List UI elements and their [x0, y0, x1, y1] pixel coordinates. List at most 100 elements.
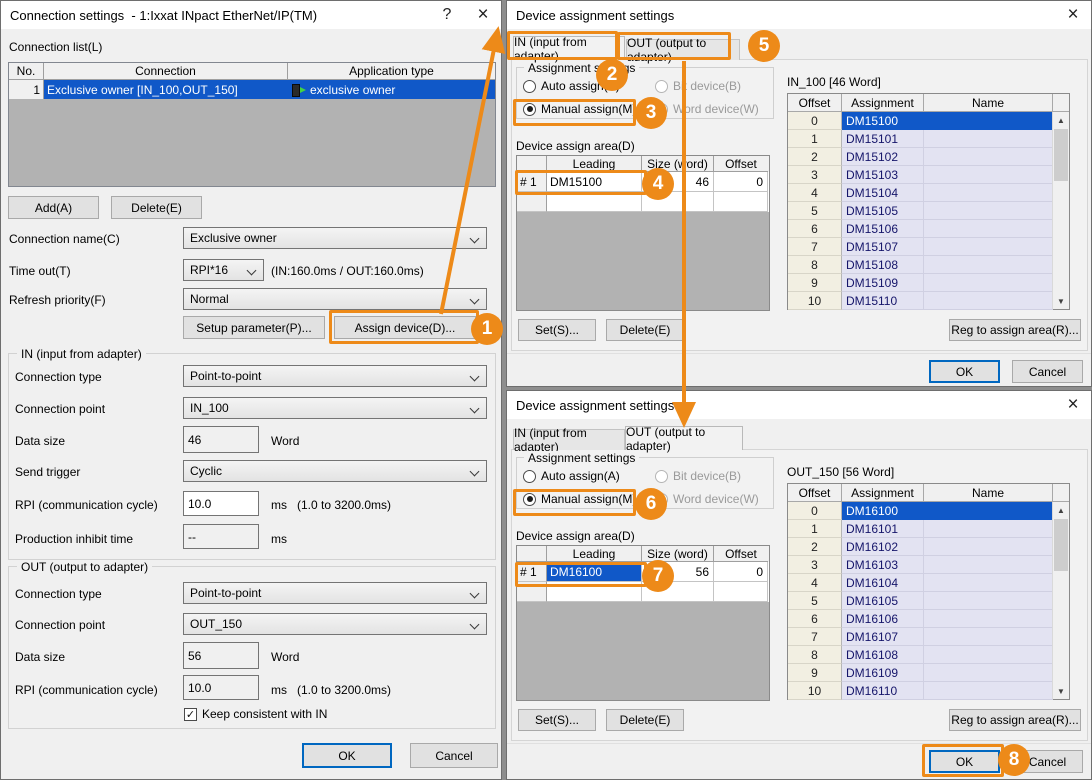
help-icon[interactable]: ? — [429, 1, 465, 29]
offset-cell[interactable]: 0 — [714, 562, 768, 582]
scroll-up-icon[interactable]: ▲ — [1053, 112, 1069, 128]
col-size-word[interactable]: Size (word) — [642, 546, 714, 562]
col-offset[interactable]: Offset — [788, 484, 842, 502]
connection-row-name[interactable]: Exclusive owner [IN_100,OUT_150] — [44, 80, 288, 99]
col-assignment[interactable]: Assignment — [842, 94, 924, 112]
col-leading[interactable]: Leading — [547, 546, 642, 562]
time-out-combo[interactable]: RPI*16 — [183, 259, 264, 281]
col-name[interactable]: Name — [924, 94, 1053, 112]
assignment-table-row[interactable]: 7DM16107 — [788, 628, 1053, 646]
name-cell[interactable] — [924, 556, 1053, 574]
assignment-table-row[interactable]: 6DM16106 — [788, 610, 1053, 628]
offset-cell[interactable]: 3 — [788, 556, 842, 574]
device-assignment-in-titlebar[interactable]: Device assignment settings × — [507, 1, 1091, 29]
offset-cell[interactable]: 6 — [788, 610, 842, 628]
name-cell[interactable] — [924, 238, 1053, 256]
col-offset[interactable]: Offset — [714, 546, 768, 562]
close-icon[interactable]: × — [1055, 1, 1091, 29]
in-send-trigger-combo[interactable]: Cyclic — [183, 460, 487, 482]
leading-cell[interactable] — [547, 192, 642, 212]
assignment-table-row[interactable]: 5DM15105 — [788, 202, 1053, 220]
ok-button[interactable]: OK — [929, 360, 1000, 383]
assignment-cell[interactable]: DM15100 — [842, 112, 924, 130]
assignment-cell[interactable]: DM16105 — [842, 592, 924, 610]
delete-button[interactable]: Delete(E) — [111, 196, 202, 219]
assign-area-row-2[interactable] — [517, 582, 769, 602]
reg-to-assign-area-button[interactable]: Reg to assign area(R)... — [949, 319, 1081, 341]
offset-cell[interactable]: 2 — [788, 148, 842, 166]
scrollbar-thumb[interactable] — [1054, 519, 1068, 571]
scrollbar-thumb[interactable] — [1054, 129, 1068, 181]
leading-cell[interactable] — [547, 582, 642, 602]
name-cell[interactable] — [924, 166, 1053, 184]
in-connection-point-combo[interactable]: IN_100 — [183, 397, 487, 419]
in-data-size-field[interactable] — [183, 426, 259, 453]
offset-cell[interactable]: 0 — [788, 502, 842, 520]
assignment-cell[interactable]: DM16110 — [842, 682, 924, 700]
col-no[interactable]: No. — [9, 63, 44, 80]
col-blank[interactable] — [517, 546, 547, 562]
offset-cell[interactable]: 5 — [788, 202, 842, 220]
assignment-cell[interactable]: DM15103 — [842, 166, 924, 184]
assignment-table-row[interactable]: 3DM16103 — [788, 556, 1053, 574]
out-connection-type-combo[interactable]: Point-to-point — [183, 582, 487, 604]
delete-button[interactable]: Delete(E) — [606, 319, 684, 341]
connection-row-apptype[interactable]: exclusive owner — [288, 80, 495, 99]
assignment-cell[interactable]: DM16104 — [842, 574, 924, 592]
offset-cell[interactable]: 10 — [788, 682, 842, 700]
manual-assign-radio[interactable]: Manual assign(M) — [523, 102, 636, 116]
out-table-scrollbar[interactable]: ▲ ▼ — [1052, 502, 1069, 699]
assign-area-row-1[interactable]: # 1 DM16100 56 0 — [517, 562, 769, 582]
offset-cell[interactable]: 9 — [788, 274, 842, 292]
offset-cell[interactable]: 1 — [788, 520, 842, 538]
scroll-up-icon[interactable]: ▲ — [1053, 502, 1069, 518]
size-cell[interactable]: 56 — [642, 562, 714, 582]
set-button[interactable]: Set(S)... — [518, 709, 596, 731]
tab-in-input-from-adapter[interactable]: IN (input from adapter) — [513, 36, 625, 60]
offset-cell[interactable]: 6 — [788, 220, 842, 238]
assignment-cell[interactable]: DM15104 — [842, 184, 924, 202]
cancel-button[interactable]: Cancel — [1012, 750, 1083, 773]
assignment-cell[interactable]: DM15101 — [842, 130, 924, 148]
assignment-table-row[interactable]: 2DM16102 — [788, 538, 1053, 556]
reg-to-assign-area-button[interactable]: Reg to assign area(R)... — [949, 709, 1081, 731]
size-cell[interactable] — [642, 192, 714, 212]
bit-device-radio[interactable]: Bit device(B) — [655, 79, 741, 93]
assignment-cell[interactable]: DM16107 — [842, 628, 924, 646]
assignment-table-row[interactable]: 3DM15103 — [788, 166, 1053, 184]
size-cell[interactable]: 46 — [642, 172, 714, 192]
assignment-table-row[interactable]: 0DM15100 — [788, 112, 1053, 130]
offset-cell[interactable]: 2 — [788, 538, 842, 556]
assignment-cell[interactable]: DM16100 — [842, 502, 924, 520]
offset-cell[interactable]: 7 — [788, 628, 842, 646]
row-number-cell[interactable] — [517, 192, 547, 212]
assignment-cell[interactable]: DM16108 — [842, 646, 924, 664]
offset-cell[interactable]: 3 — [788, 166, 842, 184]
offset-cell[interactable] — [714, 582, 768, 602]
col-blank[interactable] — [517, 156, 547, 172]
assign-device-button[interactable]: Assign device(D)... — [334, 316, 476, 339]
cancel-button[interactable]: Cancel — [410, 743, 498, 768]
assign-area-row-1[interactable]: # 1 DM15100 46 0 — [517, 172, 769, 192]
auto-assign-radio[interactable]: Auto assign(A) — [523, 79, 620, 93]
row-number-cell[interactable]: # 1 — [517, 562, 547, 582]
delete-button[interactable]: Delete(E) — [606, 709, 684, 731]
name-cell[interactable] — [924, 538, 1053, 556]
name-cell[interactable] — [924, 682, 1053, 700]
offset-cell[interactable]: 1 — [788, 130, 842, 148]
col-name[interactable]: Name — [924, 484, 1053, 502]
assignment-cell[interactable]: DM15108 — [842, 256, 924, 274]
col-application-type[interactable]: Application type — [288, 63, 495, 80]
scroll-down-icon[interactable]: ▼ — [1053, 293, 1069, 309]
name-cell[interactable] — [924, 628, 1053, 646]
offset-cell[interactable]: 4 — [788, 574, 842, 592]
setup-parameter-button[interactable]: Setup parameter(P)... — [183, 316, 325, 339]
offset-cell[interactable]: 7 — [788, 238, 842, 256]
name-cell[interactable] — [924, 664, 1053, 682]
name-cell[interactable] — [924, 256, 1053, 274]
name-cell[interactable] — [924, 220, 1053, 238]
assignment-cell[interactable]: DM16101 — [842, 520, 924, 538]
name-cell[interactable] — [924, 202, 1053, 220]
assignment-table-row[interactable]: 4DM15104 — [788, 184, 1053, 202]
assignment-table-row[interactable]: 10DM15110 — [788, 292, 1053, 310]
